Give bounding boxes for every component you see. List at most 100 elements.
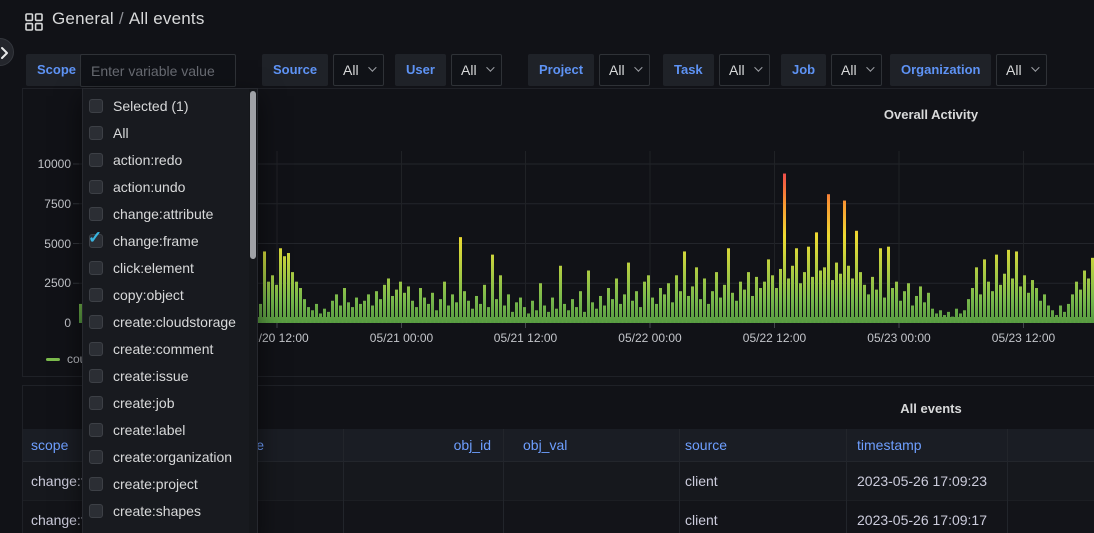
activity-bar (767, 259, 770, 323)
scope-dropdown-menu: Selected (1)Allaction:redoaction:undocha… (82, 88, 258, 533)
dropdown-option-create-label[interactable]: create:label (83, 416, 257, 443)
checkbox-unchecked[interactable] (89, 180, 103, 194)
dropdown-option-create-comment[interactable]: create:comment (83, 335, 257, 362)
activity-bar (539, 283, 542, 323)
table-panel-title[interactable]: All events (900, 401, 961, 416)
checkbox-unchecked[interactable] (89, 342, 103, 356)
activity-bar (303, 299, 306, 323)
checkbox-unchecked[interactable] (89, 423, 103, 437)
activity-bar (1063, 312, 1066, 323)
dropdown-option-create-cloudstorage[interactable]: create:cloudstorage (83, 308, 257, 335)
column-header-timestamp[interactable]: timestamp (857, 429, 922, 462)
activity-bar (263, 251, 266, 323)
activity-bar (551, 298, 554, 323)
checkbox-unchecked[interactable] (89, 99, 103, 113)
filter-select-job[interactable]: All (831, 54, 882, 86)
dropdown-option-create-job[interactable]: create:job (83, 389, 257, 416)
dropdown-option-create-project[interactable]: create:project (83, 470, 257, 497)
y-axis-tick-label: 7500 (23, 196, 71, 212)
checkbox-unchecked[interactable] (89, 369, 103, 383)
activity-bar (375, 291, 378, 323)
dropdown-option-copy-object[interactable]: copy:object (83, 281, 257, 308)
activity-bar (491, 255, 494, 323)
chevron-down-icon (368, 63, 376, 71)
activity-bar (435, 310, 438, 323)
scope-variable-input[interactable] (80, 54, 236, 87)
checkbox-unchecked[interactable] (89, 207, 103, 221)
y-axis-tick-label: 2500 (23, 275, 71, 291)
activity-bar (471, 309, 474, 323)
activity-bar (811, 277, 814, 323)
filter-select-organization[interactable]: All (996, 54, 1047, 86)
activity-bar (911, 306, 914, 323)
dropdown-option-create-issue[interactable]: create:issue (83, 362, 257, 389)
activity-bar (439, 299, 442, 323)
dropdown-option-action-undo[interactable]: action:undo (83, 173, 257, 200)
activity-bar (959, 313, 962, 323)
checkbox-unchecked[interactable] (89, 504, 103, 518)
activity-bar (1055, 315, 1058, 323)
activity-bar (559, 266, 562, 323)
activity-bar (635, 291, 638, 323)
dropdown-option-create-organization[interactable]: create:organization (83, 443, 257, 470)
activity-bar (483, 285, 486, 323)
activity-bar (879, 248, 882, 323)
filter-select-task[interactable]: All (719, 54, 770, 86)
activity-bar (1003, 274, 1006, 323)
dropdown-option-create-shapes[interactable]: create:shapes (83, 497, 257, 524)
filter-label-task: Task (663, 54, 714, 86)
dropdown-option-all[interactable]: All (83, 119, 257, 146)
breadcrumb-dashboard[interactable]: All events (129, 9, 205, 28)
activity-bar (451, 294, 454, 323)
dropdown-option-label: change:frame (113, 233, 199, 249)
dropdown-option-action-redo[interactable]: action:redo (83, 146, 257, 173)
checkbox-unchecked[interactable] (89, 126, 103, 140)
filter-select-project[interactable]: All (599, 54, 650, 86)
activity-bar (1011, 278, 1014, 323)
activity-bar (883, 298, 886, 323)
activity-bar (287, 253, 290, 323)
checkbox-unchecked[interactable] (89, 396, 103, 410)
column-header-source[interactable]: source (685, 429, 727, 462)
checkbox-unchecked[interactable] (89, 288, 103, 302)
activity-bar (1007, 250, 1010, 323)
activity-bar (747, 272, 750, 323)
column-header-scope[interactable]: scope (31, 429, 68, 462)
x-axis-tick-label: 05/22 00:00 (608, 330, 692, 346)
activity-bar (659, 288, 662, 323)
checkbox-unchecked[interactable] (89, 153, 103, 167)
activity-bar (795, 248, 798, 323)
filter-select-value: All (1006, 62, 1022, 78)
activity-bar (503, 306, 506, 323)
activity-bar (915, 296, 918, 323)
checkbox-unchecked[interactable] (89, 450, 103, 464)
filter-select-user[interactable]: All (451, 54, 502, 86)
breadcrumb-folder[interactable]: General (52, 9, 114, 28)
activity-bar (791, 266, 794, 323)
activity-bar (587, 271, 590, 323)
dropdown-option-change-attribute[interactable]: change:attribute (83, 200, 257, 227)
checkbox-unchecked[interactable] (89, 477, 103, 491)
activity-bar (755, 277, 758, 323)
activity-bar (343, 288, 346, 323)
activity-bar (931, 309, 934, 323)
activity-bar (743, 290, 746, 323)
checkbox-unchecked[interactable] (89, 261, 103, 275)
dropdown-scrollbar-thumb[interactable] (250, 91, 256, 259)
activity-bar (259, 304, 262, 323)
dropdown-option-click-element[interactable]: click:element (83, 254, 257, 281)
activity-bar (519, 298, 522, 323)
filter-select-source[interactable]: All (333, 54, 384, 86)
dropdown-option-change-frame[interactable]: ✓change:frame (83, 227, 257, 254)
activity-bar (291, 272, 294, 323)
column-header-obj_val[interactable]: obj_val (523, 429, 567, 462)
activity-bar (1087, 278, 1090, 323)
column-header-obj_id[interactable]: obj_id (454, 429, 491, 462)
activity-bar (455, 302, 458, 323)
activity-bar (771, 275, 774, 323)
activity-bar (859, 272, 862, 323)
filter-select-value: All (343, 62, 359, 78)
activity-bar (851, 278, 854, 323)
checkbox-unchecked[interactable] (89, 315, 103, 329)
dropdown-option-selected-1-[interactable]: Selected (1) (83, 92, 257, 119)
